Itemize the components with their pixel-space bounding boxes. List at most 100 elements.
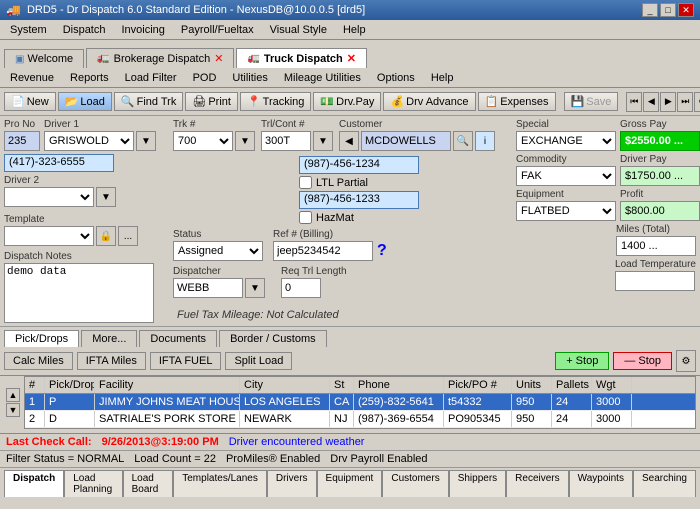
driver1-phone: (417)-323-6555 (4, 154, 114, 172)
tab-truck-dispatch[interactable]: 🚛 Truck Dispatch ✕ (236, 48, 367, 68)
bottom-tab-drivers[interactable]: Drivers (267, 470, 317, 497)
menu-load-filter[interactable]: Load Filter (119, 71, 183, 85)
pro-no-input[interactable] (4, 131, 40, 151)
trl-group: Trl/Cont # ▼ (261, 119, 333, 151)
profit-label: Profit (620, 189, 700, 200)
template-btn2[interactable]: ... (118, 226, 138, 246)
tab-welcome[interactable]: ▣ Welcome (4, 49, 84, 68)
table-row[interactable]: 1 P JIMMY JOHNS MEAT HOUSE LOS ANGELES C… (25, 394, 695, 411)
ifta-miles-btn[interactable]: IFTA Miles (77, 352, 146, 370)
cust-left-btn[interactable]: ◀ (339, 131, 359, 151)
find-trk-button[interactable]: 🔍Find Trk (114, 92, 183, 111)
dispatcher-btn[interactable]: ▼ (245, 278, 265, 298)
dispatch-notes-input[interactable]: demo data (4, 263, 154, 323)
col-header-pick-drop: Pick/Drop (45, 377, 95, 393)
tab-documents[interactable]: Documents (139, 330, 217, 347)
maximize-button[interactable]: □ (660, 3, 676, 17)
menu-payroll[interactable]: Payroll/Fueltax (175, 23, 260, 37)
calc-miles-btn[interactable]: Calc Miles (4, 352, 73, 370)
bottom-tab-customers[interactable]: Customers (382, 470, 448, 497)
commodity-select[interactable]: FAK (516, 166, 616, 186)
scroll-up-btn[interactable]: ▲ (6, 388, 20, 402)
load-button[interactable]: 📂Load (58, 92, 112, 111)
tab-brokerage[interactable]: 🚛 Brokerage Dispatch ✕ (86, 48, 234, 68)
col-header-num: # (25, 377, 45, 393)
trk-select[interactable]: 700 (173, 131, 233, 151)
template-btn1[interactable]: 🔒 (96, 226, 116, 246)
col-header-pallets: Pallets (552, 377, 592, 393)
req-trl-input[interactable] (281, 278, 321, 298)
minimize-button[interactable]: _ (642, 3, 658, 17)
menu-utilities[interactable]: Utilities (226, 71, 273, 85)
driver2-select[interactable] (4, 187, 94, 207)
grid-options-btn[interactable]: ⚙ (676, 350, 696, 372)
profit-value: $800.00 (620, 201, 700, 221)
bottom-tab-load-board[interactable]: Load Board (123, 470, 174, 497)
menu-visual[interactable]: Visual Style (264, 23, 333, 37)
ifta-fuel-btn[interactable]: IFTA FUEL (150, 352, 222, 370)
trk-btn[interactable]: ▼ (235, 131, 255, 151)
driver1-select[interactable]: GRISWOLD (44, 131, 134, 151)
bottom-tab-waypoints[interactable]: Waypoints (569, 470, 633, 497)
drv-pay-button[interactable]: 💵Drv.Pay (313, 92, 381, 111)
cust-info-btn[interactable]: i (475, 131, 495, 151)
bottom-tab-templates[interactable]: Templates/Lanes (173, 470, 267, 497)
equipment-label: Equipment (516, 189, 616, 200)
dispatcher-input[interactable] (173, 278, 243, 298)
load-temp-input[interactable] (615, 271, 695, 291)
bottom-tab-equipment[interactable]: Equipment (317, 470, 383, 497)
tracking-button[interactable]: 📍Tracking (240, 92, 311, 111)
driver2-search-btn[interactable]: ▼ (96, 187, 116, 207)
menu-mileage[interactable]: Mileage Utilities (278, 71, 367, 85)
menu-reports[interactable]: Reports (64, 71, 115, 85)
bottom-tab-receivers[interactable]: Receivers (506, 470, 568, 497)
advance-icon: 💰 (390, 95, 404, 108)
cell-num-2: 2 (25, 411, 45, 427)
add-stop-button[interactable]: + Stop (555, 352, 609, 370)
menu-pod[interactable]: POD (187, 71, 223, 85)
bottom-tab-shippers[interactable]: Shippers (449, 470, 506, 497)
nav-prev[interactable]: ◀ (643, 92, 659, 112)
nav-next[interactable]: ▶ (660, 92, 676, 112)
trl-btn[interactable]: ▼ (313, 131, 333, 151)
print-button[interactable]: 🖨Print (185, 92, 238, 111)
expenses-button[interactable]: 📋Expenses (478, 92, 556, 111)
tab-pick-drops[interactable]: Pick/Drops (4, 330, 79, 347)
split-load-btn[interactable]: Split Load (225, 352, 292, 370)
driver1-search-btn[interactable]: ▼ (136, 131, 156, 151)
menu-system[interactable]: System (4, 23, 53, 37)
tab-more[interactable]: More... (81, 330, 137, 347)
template-select[interactable] (4, 226, 94, 246)
scroll-down-btn[interactable]: ▼ (6, 403, 20, 417)
cust-search-btn[interactable]: 🔍 (453, 131, 473, 151)
nav-add[interactable]: ⊕ (694, 92, 700, 112)
bottom-tab-dispatch[interactable]: Dispatch (4, 470, 64, 497)
close-button[interactable]: ✕ (678, 3, 694, 17)
bottom-tab-searching[interactable]: Searching (633, 470, 696, 497)
menu-dispatch[interactable]: Dispatch (57, 23, 112, 37)
dispatcher-row: Dispatcher ▼ Req Trl Length (173, 266, 512, 298)
menu-help[interactable]: Help (337, 23, 372, 37)
menu-revenue[interactable]: Revenue (4, 71, 60, 85)
menu-help2[interactable]: Help (425, 71, 460, 85)
customer-input[interactable] (361, 131, 451, 151)
trl-input[interactable] (261, 131, 311, 151)
nav-last[interactable]: ⏭ (677, 92, 693, 112)
new-button[interactable]: 📄New (4, 92, 56, 111)
save-button[interactable]: 💾Save (564, 92, 619, 111)
tab-border-customs[interactable]: Border / Customs (219, 330, 327, 347)
ref-billing-input[interactable] (273, 241, 373, 261)
hazmat-check[interactable] (299, 211, 312, 224)
help-icon[interactable]: ? (377, 242, 387, 260)
equipment-select[interactable]: FLATBED (516, 201, 616, 221)
status-select[interactable]: Assigned (173, 241, 263, 261)
menu-invoicing[interactable]: Invoicing (115, 23, 170, 37)
special-select[interactable]: EXCHANGE (516, 131, 616, 151)
bottom-tab-load-planning[interactable]: Load Planning (64, 470, 122, 497)
drv-advance-button[interactable]: 💰Drv Advance (383, 92, 475, 111)
menu-options[interactable]: Options (371, 71, 421, 85)
ltl-partial-check[interactable] (299, 176, 312, 189)
remove-stop-button[interactable]: — Stop (613, 352, 672, 370)
table-row[interactable]: 2 D SATRIALE'S PORK STORE NEWARK NJ (987… (25, 411, 695, 428)
nav-first[interactable]: ⏮ (626, 92, 642, 112)
